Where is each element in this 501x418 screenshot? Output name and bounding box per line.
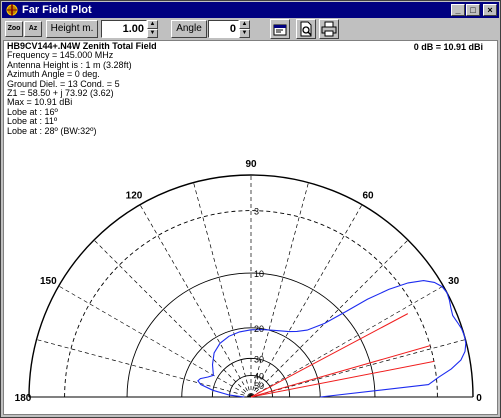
polar-labels: 0 30 60 90 120 150 180 3 10 20 30 4050	[15, 159, 483, 404]
angle-label: 150	[40, 276, 57, 287]
spin-up-icon: ▲	[149, 21, 156, 27]
ring-label: 40	[254, 371, 264, 381]
grid-spoke	[36, 339, 252, 398]
spin-down-icon: ▼	[149, 30, 156, 36]
print-preview-icon	[300, 21, 312, 37]
angle-label: 90	[245, 159, 257, 170]
close-button[interactable]: ×	[483, 4, 497, 16]
ring-label: 50	[254, 381, 264, 391]
grid-spoke	[193, 182, 252, 398]
properties-icon	[273, 24, 287, 36]
lobe-line	[250, 313, 409, 398]
height-button[interactable]: Height m.	[46, 20, 98, 38]
polar-grid	[28, 174, 474, 398]
grid-spoke	[250, 204, 363, 398]
grid-spoke	[250, 339, 466, 398]
height-input[interactable]: 1.00	[101, 20, 147, 38]
zoom-button[interactable]: Zoo	[5, 21, 23, 37]
angle-spin-down[interactable]: ▼	[239, 29, 250, 38]
print-preview-button[interactable]	[296, 19, 316, 39]
grid-spoke	[250, 285, 444, 398]
ring-label: 10	[254, 269, 264, 279]
spin-down-icon: ▼	[241, 30, 248, 36]
grid-spoke	[139, 204, 252, 398]
spin-up-icon: ▲	[241, 21, 248, 27]
ring-label: 3	[254, 207, 259, 217]
print-button[interactable]	[319, 19, 339, 39]
ring-label: 20	[254, 324, 264, 334]
close-icon: ×	[487, 5, 493, 15]
antenna-app-icon	[6, 4, 18, 16]
angle-label: 120	[126, 190, 143, 201]
far-field-window: Far Field Plot _ □ × Zoo Az Height m. 1.…	[0, 0, 501, 418]
polar-plot: 0 30 60 90 120 150 180 3 10 20 30 4050	[15, 159, 483, 404]
minimize-button[interactable]: _	[451, 4, 465, 16]
maximize-icon: □	[470, 5, 476, 15]
height-spin-down[interactable]: ▼	[147, 29, 158, 38]
azimuth-button[interactable]: Az	[24, 21, 42, 37]
grid-ring	[211, 357, 291, 398]
printer-icon	[321, 21, 337, 37]
grid-spoke	[250, 182, 309, 398]
window-title: Far Field Plot	[22, 4, 92, 16]
minimize-icon: _	[455, 5, 461, 15]
ring-label: 30	[254, 354, 264, 364]
toolbar: Zoo Az Height m. 1.00 ▲ ▼ Angle 0 ▲ ▼	[2, 18, 499, 40]
angle-label: 30	[448, 276, 460, 287]
grid-spoke	[93, 239, 252, 398]
angle-label: 60	[362, 190, 374, 201]
grid-ring	[28, 174, 474, 398]
title-bar: Far Field Plot _ □ ×	[2, 2, 499, 18]
maximize-button[interactable]: □	[466, 4, 480, 16]
angle-label: 180	[15, 393, 32, 404]
lobe-line	[250, 360, 435, 398]
angle-label: 0	[476, 393, 482, 404]
plot-area: HB9CV144+.N4W Zenith Total Field Frequen…	[3, 40, 498, 415]
angle-spin-up[interactable]: ▲	[239, 20, 250, 29]
lobe-line	[250, 345, 431, 398]
height-spin-up[interactable]: ▲	[147, 20, 158, 29]
angle-button[interactable]: Angle	[171, 20, 207, 38]
angle-input[interactable]: 0	[208, 20, 239, 38]
grid-spoke	[250, 239, 409, 398]
properties-button[interactable]	[270, 19, 290, 39]
